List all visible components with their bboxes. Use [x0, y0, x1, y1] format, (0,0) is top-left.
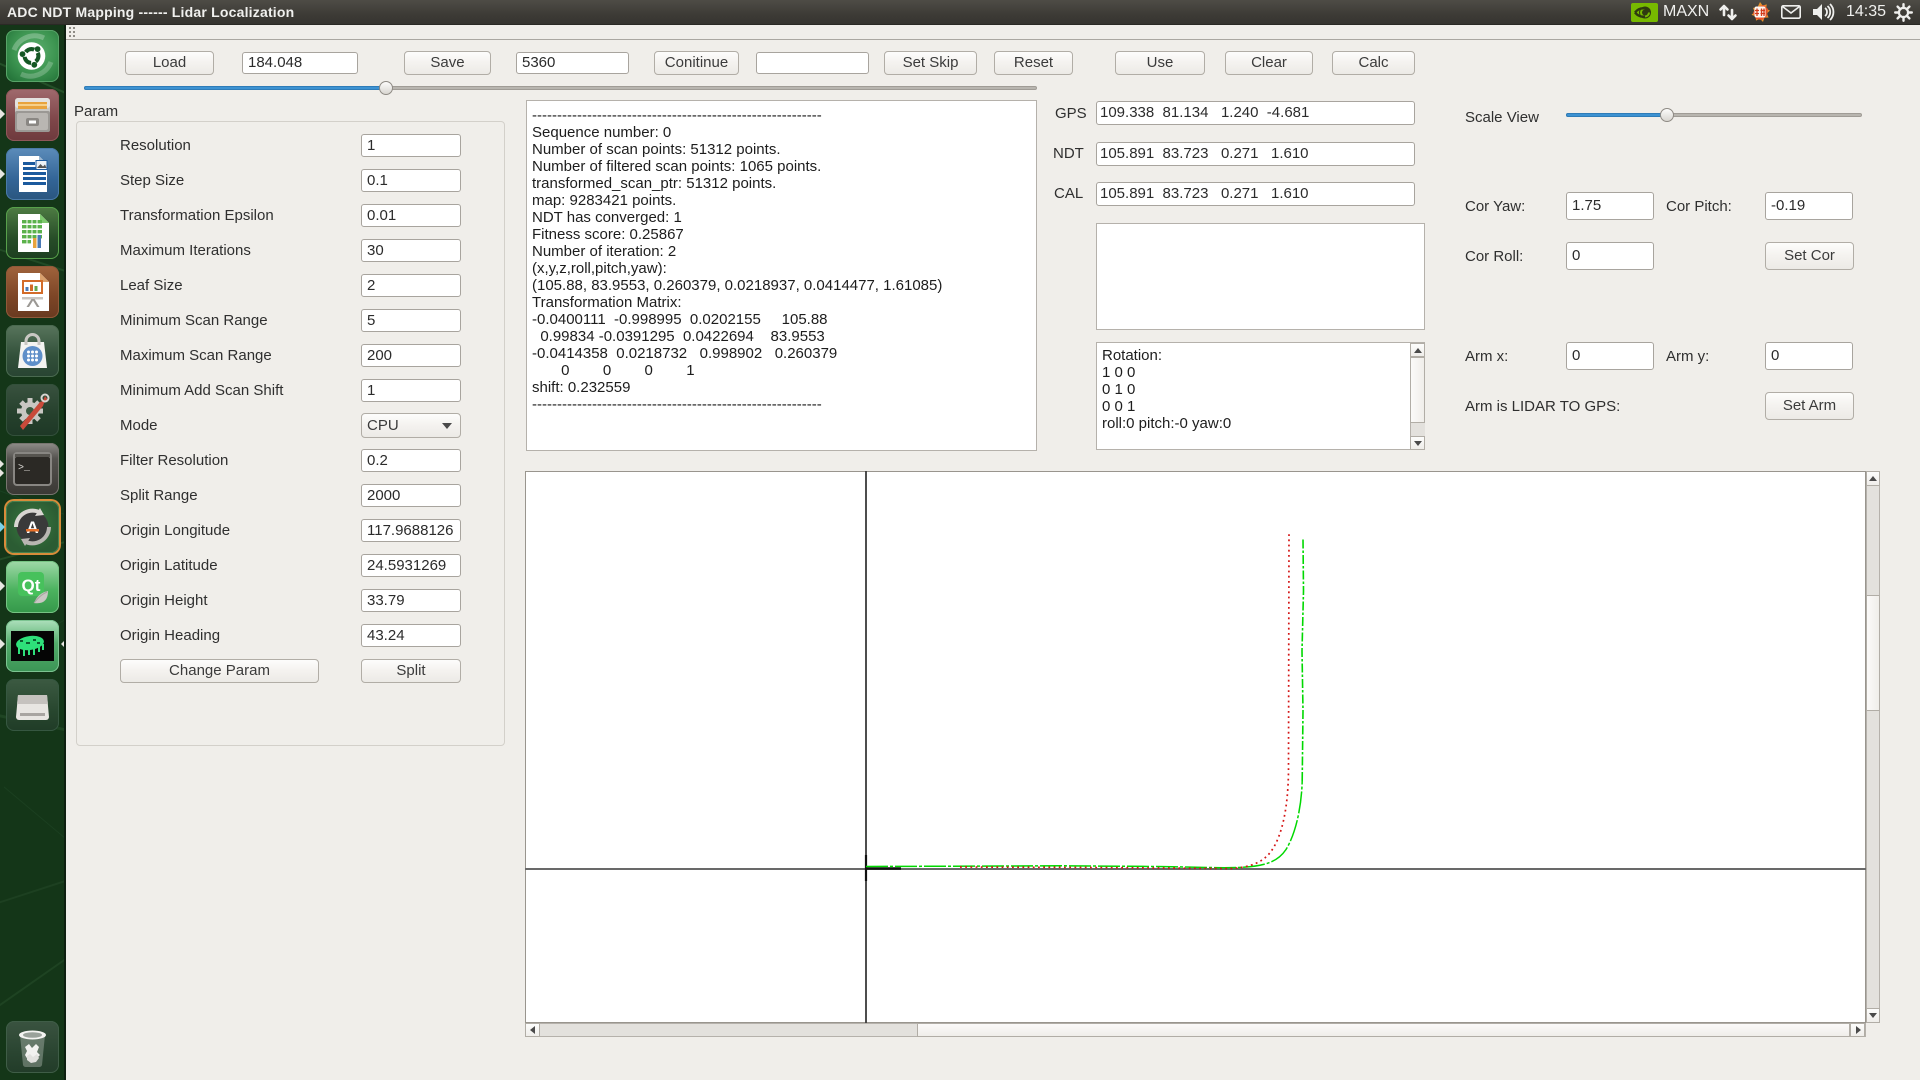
- svg-text:A: A: [26, 518, 38, 537]
- svg-text:>_: >_: [18, 463, 31, 474]
- svg-text:Qt: Qt: [22, 576, 41, 595]
